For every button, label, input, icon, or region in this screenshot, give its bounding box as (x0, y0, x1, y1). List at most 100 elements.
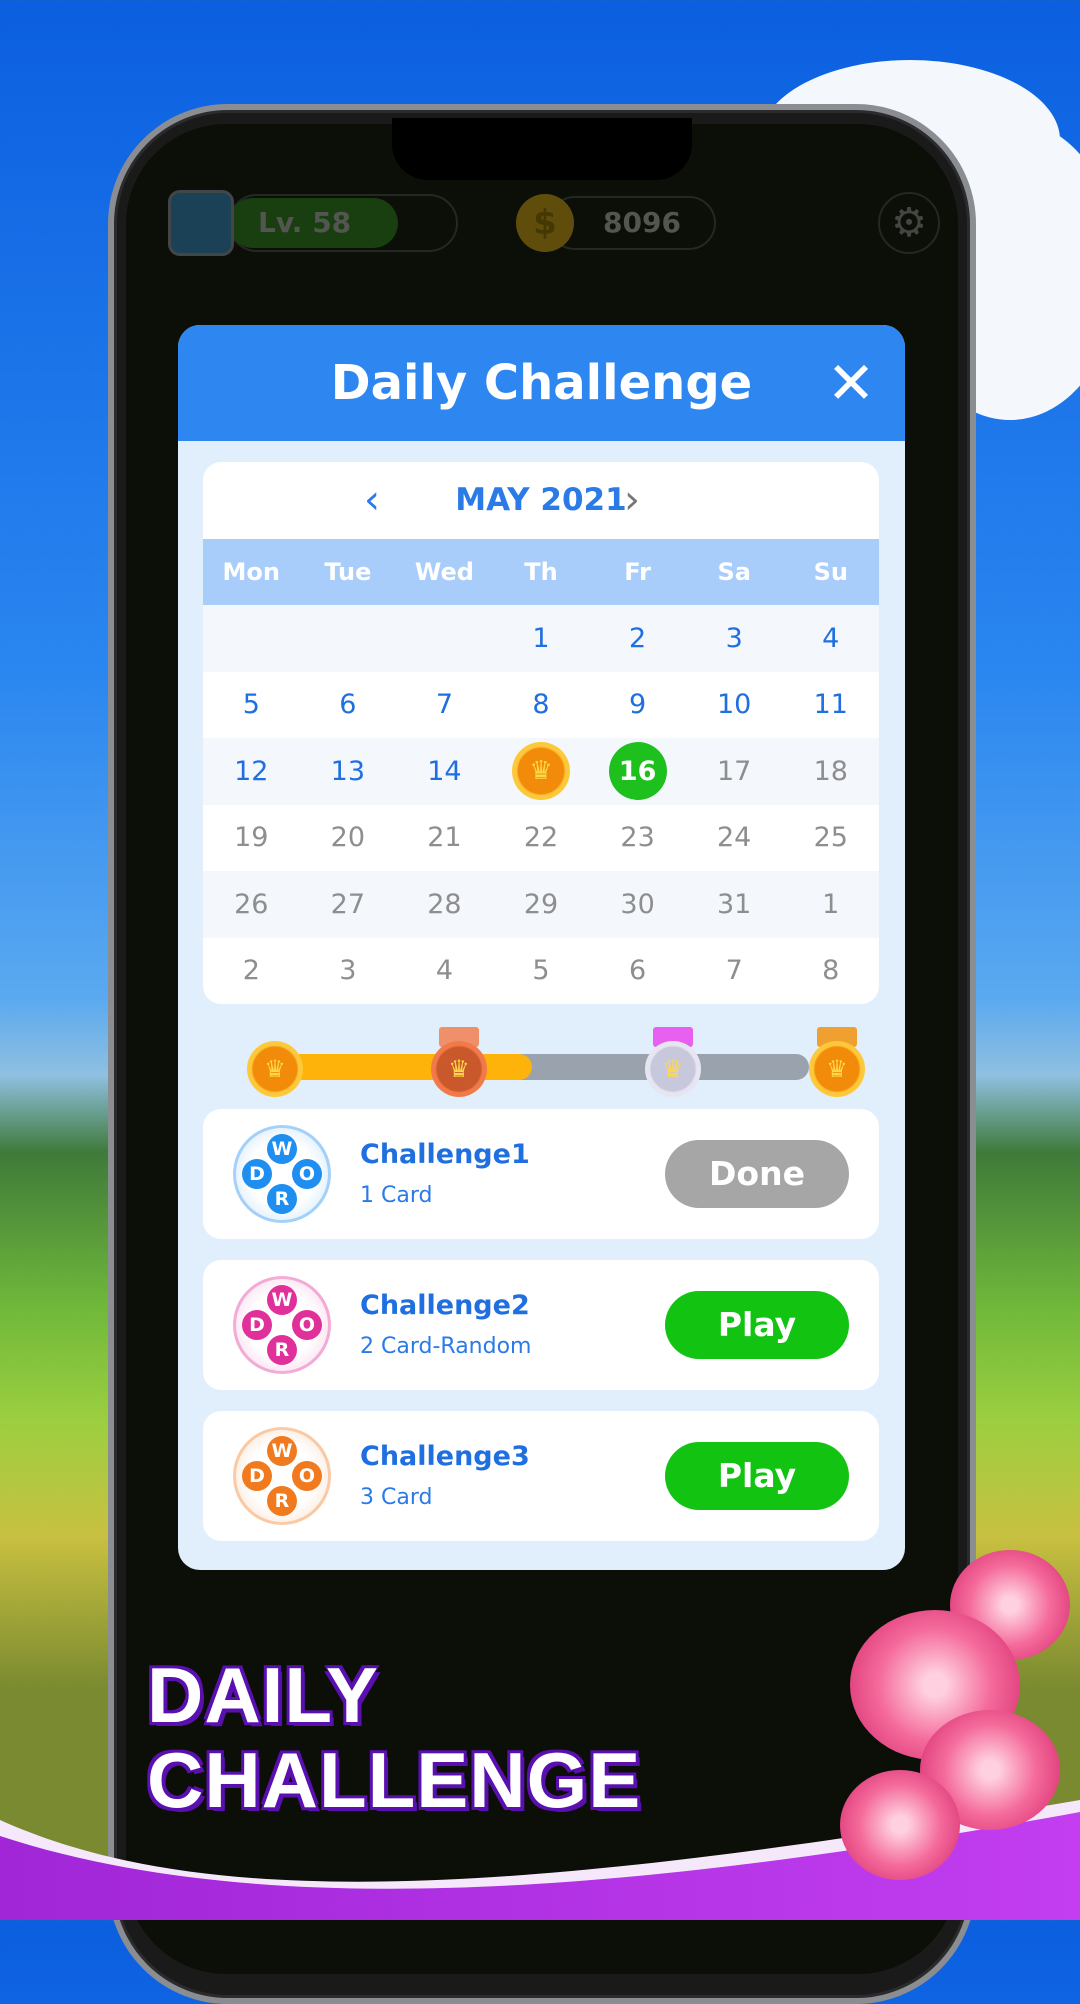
letter-tile: O (292, 1310, 322, 1340)
play-button[interactable]: Play (665, 1442, 849, 1510)
letter-tile: R (267, 1184, 297, 1214)
gear-icon[interactable]: ⚙ (878, 192, 940, 254)
day-number: 31 (716, 888, 752, 920)
day-cell-future[interactable]: 30 (589, 871, 686, 938)
day-cell-past[interactable]: 7 (396, 672, 493, 739)
day-cell-past[interactable]: 4 (782, 605, 879, 672)
day-number: 19 (234, 822, 269, 854)
chevron-left-icon[interactable]: ‹ (347, 462, 397, 539)
letter-tile: W (267, 1285, 297, 1315)
day-cell-future[interactable]: 28 (396, 871, 493, 938)
coin-icon[interactable]: $ (516, 194, 574, 252)
day-cell-past[interactable]: 3 (686, 605, 783, 672)
day-cell-future[interactable]: 25 (782, 805, 879, 872)
weekday-label: Mon (222, 558, 281, 586)
top-bar: Lv. 58 8096 $ ⚙ (168, 190, 940, 260)
day-cell-today[interactable]: 16 (589, 738, 686, 805)
day-cell-past[interactable]: 5 (203, 672, 300, 739)
day-number: 29 (523, 888, 559, 920)
calendar-week: 26 27 28 29 30 31 1 (203, 871, 879, 938)
day-cell-other (203, 605, 300, 672)
day-cell-past[interactable]: 8 (493, 672, 590, 739)
day-number: 6 (339, 689, 357, 721)
daily-challenge-dialog: Daily Challenge ✕ MAY 2021 ‹ › Mon Tue Wed… (178, 325, 905, 1570)
peony-flower (840, 1770, 960, 1880)
crown-icon: ♛ (512, 742, 571, 801)
day-number: 23 (620, 822, 655, 854)
day-cell-past[interactable]: 14 (396, 738, 493, 805)
day-number: 10 (716, 689, 752, 721)
day-number: 1 (822, 888, 840, 920)
dialog-title: Daily Challenge (330, 355, 753, 411)
day-cell-future[interactable]: 31 (686, 871, 783, 938)
day-number: 14 (427, 755, 462, 787)
day-cell-past[interactable]: 12 (203, 738, 300, 805)
day-cell-future[interactable]: 23 (589, 805, 686, 872)
day-cell-past[interactable]: 11 (782, 672, 879, 739)
day-cell-past[interactable]: 9 (589, 672, 686, 739)
day-cell-future[interactable]: 21 (396, 805, 493, 872)
level-badge: Lv. 58 (228, 198, 398, 248)
calendar-grid: 1 2 3 4 5 6 7 8 9 10 11 12 13 14 ♛ 16 17 18 19 20 21 22 23 24 25… (203, 605, 879, 1004)
day-number: 18 (813, 755, 848, 787)
day-cell-other (396, 605, 493, 672)
challenge-card: W D O R Challenge3 3 Card Play (203, 1411, 879, 1541)
day-cell-future[interactable]: 24 (686, 805, 783, 872)
day-cell-future[interactable]: 26 (203, 871, 300, 938)
gold-crown-icon: ♛ (247, 1041, 303, 1097)
day-number: 8 (532, 689, 550, 721)
day-cell-other: 3 (300, 938, 397, 1005)
letter-tile: D (242, 1461, 272, 1491)
day-number: 27 (330, 888, 366, 920)
day-cell-future[interactable]: 22 (493, 805, 590, 872)
day-number: 5 (532, 955, 550, 987)
day-cell-past[interactable]: 6 (300, 672, 397, 739)
day-cell-crown[interactable]: ♛ (493, 738, 590, 805)
day-cell-past[interactable]: 2 (589, 605, 686, 672)
chevron-right-icon[interactable]: › (607, 462, 657, 539)
challenge-description: 1 Card (360, 1183, 433, 1208)
day-number: 20 (330, 822, 366, 854)
day-cell-other: 5 (493, 938, 590, 1005)
month-navigation: MAY 2021 ‹ › (203, 462, 879, 539)
letter-tile: R (267, 1486, 297, 1516)
challenge-description: 3 Card (360, 1485, 433, 1510)
day-number: 6 (629, 955, 647, 987)
day-cell-past[interactable]: 10 (686, 672, 783, 739)
day-cell-other: 4 (396, 938, 493, 1005)
done-button[interactable]: Done (665, 1140, 849, 1208)
day-cell-future[interactable]: 20 (300, 805, 397, 872)
letter-tile: D (242, 1159, 272, 1189)
word-challenge-icon: WDOR (233, 1427, 331, 1525)
close-icon[interactable]: ✕ (819, 351, 883, 415)
day-cell-future[interactable]: 29 (493, 871, 590, 938)
silver-medal-icon: ♛ (645, 1041, 701, 1097)
banner-title-line1: DAILY (147, 1651, 379, 1739)
day-cell-other (300, 605, 397, 672)
avatar[interactable] (168, 190, 234, 256)
day-number: 16 (608, 742, 667, 801)
challenge-card: W D O R Challenge1 1 Card Done (203, 1109, 879, 1239)
day-cell-past[interactable]: 13 (300, 738, 397, 805)
day-cell-future[interactable]: 19 (203, 805, 300, 872)
weekday-label: Fr (624, 558, 651, 586)
day-cell-future[interactable]: 18 (782, 738, 879, 805)
progress-fill (277, 1054, 533, 1080)
letter-tile: R (267, 1335, 297, 1365)
day-number: 24 (716, 822, 752, 854)
day-cell-past[interactable]: 1 (493, 605, 590, 672)
day-cell-future[interactable]: 17 (686, 738, 783, 805)
calendar-week: 19 20 21 22 23 24 25 (203, 805, 879, 872)
day-cell-future[interactable]: 27 (300, 871, 397, 938)
day-number: 12 (234, 755, 269, 787)
reward-progress: ♛ ♛ ♛ ♛ (247, 1027, 865, 1097)
day-number: 25 (813, 822, 848, 854)
weekday-label: Sa (717, 558, 751, 586)
day-number: 4 (435, 955, 454, 987)
day-number: 17 (716, 755, 752, 787)
promo-banner: DAILY CHALLENGE (0, 1550, 1080, 1920)
day-number: 13 (330, 755, 366, 787)
play-button[interactable]: Play (665, 1291, 849, 1359)
day-cell-other: 8 (782, 938, 879, 1005)
day-number: 30 (620, 888, 655, 920)
